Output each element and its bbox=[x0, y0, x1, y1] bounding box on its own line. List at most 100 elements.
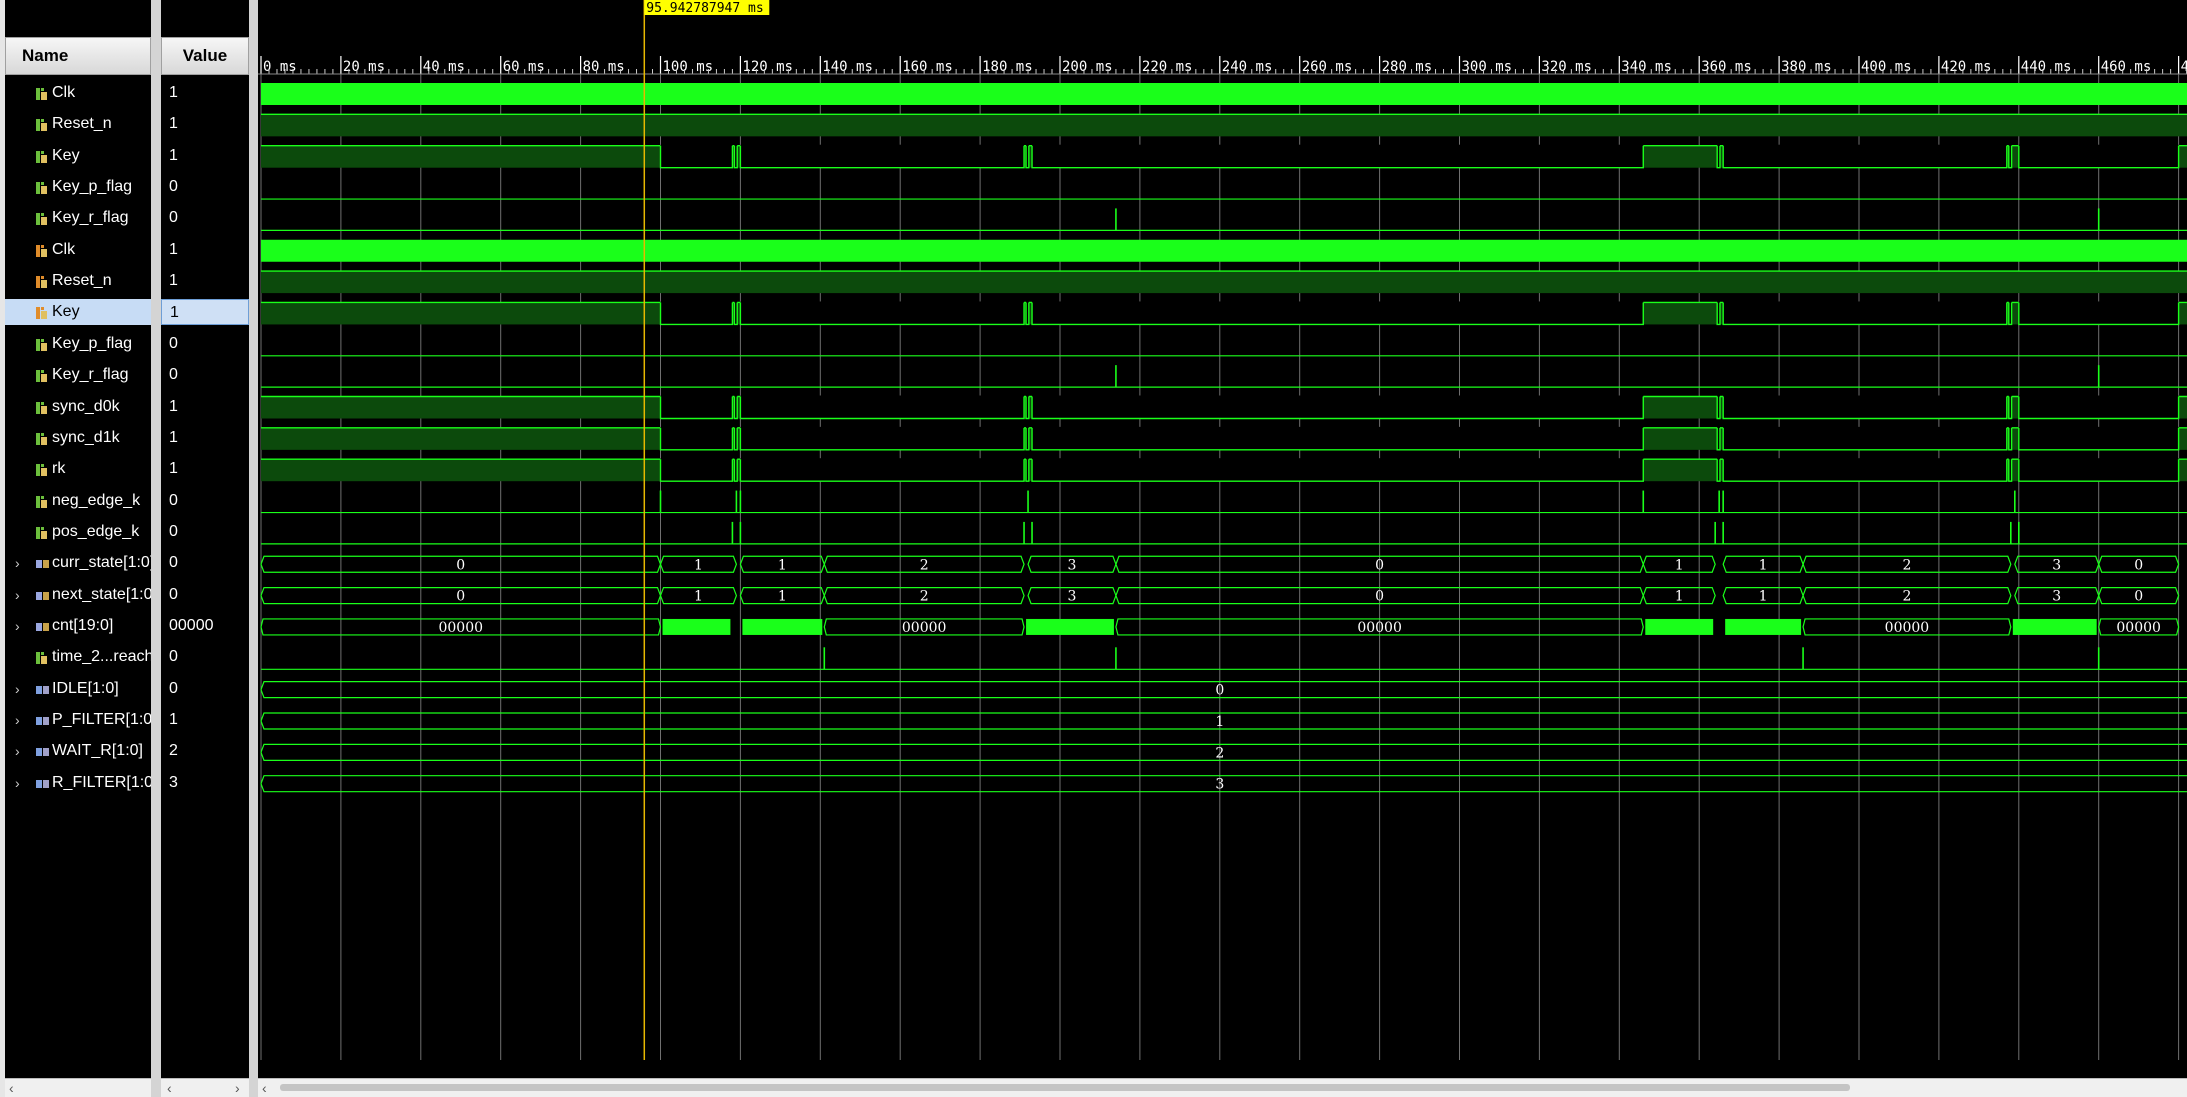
signal-value[interactable]: 1 bbox=[161, 394, 249, 420]
signal-row-wait-r-1-0[interactable]: › WAIT_R[1:0] bbox=[5, 738, 151, 764]
signal-value[interactable]: 00000 bbox=[161, 613, 249, 639]
name-column-header[interactable]: Name bbox=[5, 37, 151, 75]
scroll-left-icon[interactable]: ‹ bbox=[167, 1079, 172, 1097]
key-low-gap bbox=[1032, 426, 1644, 450]
signal-row-key-p-flag[interactable]: Key_p_flag bbox=[5, 174, 151, 200]
signal-value[interactable]: 1 bbox=[161, 111, 249, 137]
value-pane-scrollbar[interactable]: ‹ › bbox=[161, 1078, 249, 1097]
expand-chevron-icon[interactable]: › bbox=[15, 676, 29, 702]
signal-row-clk[interactable]: Clk bbox=[5, 237, 151, 263]
signal-value[interactable]: 1 bbox=[161, 237, 249, 263]
signal-value[interactable]: 1 bbox=[161, 456, 249, 482]
signal-row-key[interactable]: Key bbox=[5, 299, 151, 326]
signal-row-curr-state-1-0[interactable]: › curr_state[1:0] bbox=[5, 550, 151, 576]
signal-value[interactable]: 1 bbox=[161, 707, 249, 733]
signal-row-reset-n[interactable]: Reset_n bbox=[5, 111, 151, 137]
bus-segment-label: 3 bbox=[2052, 589, 2061, 605]
bus-segment-label: 3 bbox=[2052, 557, 2061, 573]
bus-segment-label: 00000 bbox=[2116, 620, 2161, 636]
signal-value[interactable]: 1 bbox=[161, 80, 249, 106]
signal-name: sync_d0k bbox=[52, 397, 120, 415]
signal-value[interactable]: 1 bbox=[161, 299, 249, 326]
expand-chevron-icon[interactable]: › bbox=[15, 738, 29, 764]
signal-row-key-p-flag[interactable]: Key_p_flag bbox=[5, 331, 151, 357]
bus-segment-label: 3 bbox=[1068, 589, 1077, 605]
bus-segment-label: 0 bbox=[456, 557, 465, 573]
cursor-time-label: 95.942787947 ms bbox=[646, 1, 763, 16]
waveform-pane[interactable]: 0 ms 20 ms 40 ms 60 ms 80 ms 100 ms 120 ms 140 … bbox=[258, 0, 2187, 1097]
expand-chevron-icon[interactable]: › bbox=[15, 707, 29, 733]
signal-row-key[interactable]: Key bbox=[5, 143, 151, 169]
signal-row-reset-n[interactable]: Reset_n bbox=[5, 268, 151, 294]
signal-row-next-state-1-0[interactable]: › next_state[1:0] bbox=[5, 582, 151, 608]
signal-row-rk[interactable]: rk bbox=[5, 456, 151, 482]
signal-row-r-filter-1-0[interactable]: › R_FILTER[1:0] bbox=[5, 770, 151, 796]
key-low-gap bbox=[1723, 426, 2007, 450]
waveform-scrollbar[interactable]: ‹ bbox=[258, 1078, 2187, 1097]
signal-value[interactable]: 0 bbox=[161, 644, 249, 670]
bus-segment-label: 2 bbox=[1902, 557, 1911, 573]
scroll-left-icon[interactable]: ‹ bbox=[9, 1079, 14, 1097]
signal-value[interactable]: 0 bbox=[161, 362, 249, 388]
signal-row-cnt-19-0[interactable]: › cnt[19:0] bbox=[5, 613, 151, 639]
signal-icon-green bbox=[35, 336, 48, 352]
signal-row-sync-d0k[interactable]: sync_d0k bbox=[5, 394, 151, 420]
signal-icon-orange bbox=[35, 242, 48, 258]
signal-value[interactable]: 0 bbox=[161, 550, 249, 576]
signal-row-p-filter-1-0[interactable]: › P_FILTER[1:0] bbox=[5, 707, 151, 733]
ruler-tick-label: 200 ms bbox=[1062, 59, 1113, 75]
signal-value[interactable]: 2 bbox=[161, 738, 249, 764]
signal-row-clk[interactable]: Clk bbox=[5, 80, 151, 106]
signal-value[interactable]: 3 bbox=[161, 770, 249, 796]
expand-chevron-icon[interactable]: › bbox=[15, 770, 29, 796]
key-low-gap bbox=[2018, 144, 2179, 168]
waveform-scroll-thumb[interactable] bbox=[280, 1084, 1850, 1091]
signal-icon-green bbox=[35, 179, 48, 195]
bus-segment-label: 00000 bbox=[902, 620, 947, 636]
signal-value[interactable]: 0 bbox=[161, 205, 249, 231]
signal-row-pos-edge-k[interactable]: pos_edge_k bbox=[5, 519, 151, 545]
name-pane-scrollbar[interactable]: ‹ bbox=[5, 1078, 151, 1097]
signal-row-sync-d1k[interactable]: sync_d1k bbox=[5, 425, 151, 451]
signal-row-key-r-flag[interactable]: Key_r_flag bbox=[5, 205, 151, 231]
signal-value-pane[interactable]: Value 1 1 1 0 0 1 1 1 0 0 1 1 1 0 0 0 0 00000 0 0 1 2 3 ‹ › bbox=[161, 0, 249, 1097]
signal-row-neg-edge-k[interactable]: neg_edge_k bbox=[5, 488, 151, 514]
bus-segment-label: 1 bbox=[778, 557, 787, 573]
param-icon bbox=[35, 712, 49, 728]
scroll-right-icon[interactable]: › bbox=[235, 1079, 240, 1097]
signal-value[interactable]: 1 bbox=[161, 268, 249, 294]
key-low-gap bbox=[740, 458, 1025, 482]
signal-value[interactable]: 1 bbox=[161, 143, 249, 169]
signal-name-pane[interactable]: Name Clk Reset_n Key Key_p_flag Key_r_flag Cl… bbox=[5, 0, 151, 1097]
signal-value[interactable]: 0 bbox=[161, 582, 249, 608]
cnt-busy-block bbox=[1645, 618, 1714, 635]
signal-row-time-2-reach[interactable]: time_2...reach bbox=[5, 644, 151, 670]
signal-value[interactable]: 0 bbox=[161, 519, 249, 545]
signal-name: rk bbox=[52, 460, 66, 478]
expand-chevron-icon[interactable]: › bbox=[15, 550, 29, 576]
bus-segment-label: 00000 bbox=[438, 620, 483, 636]
value-column-header[interactable]: Value bbox=[161, 37, 249, 75]
clock-waveform bbox=[261, 83, 2187, 105]
waveform-canvas[interactable]: 0 ms 20 ms 40 ms 60 ms 80 ms 100 ms 120 ms 140 … bbox=[258, 0, 2187, 1097]
signal-row-key-r-flag[interactable]: Key_r_flag bbox=[5, 362, 151, 388]
signal-name: Key_r_flag bbox=[52, 209, 129, 227]
signal-name: WAIT_R[1:0] bbox=[52, 742, 143, 760]
signal-value[interactable]: 0 bbox=[161, 676, 249, 702]
scroll-left-icon[interactable]: ‹ bbox=[262, 1079, 267, 1097]
signal-value[interactable]: 0 bbox=[161, 174, 249, 200]
signal-value[interactable]: 1 bbox=[161, 425, 249, 451]
signal-name: Clk bbox=[52, 240, 76, 258]
signal-name: sync_d1k bbox=[52, 428, 120, 446]
signal-value[interactable]: 0 bbox=[161, 488, 249, 514]
signal-row-idle-1-0[interactable]: › IDLE[1:0] bbox=[5, 676, 151, 702]
key-low-gap bbox=[1032, 301, 1644, 325]
key-low-gap bbox=[660, 426, 733, 450]
signal-value[interactable]: 0 bbox=[161, 331, 249, 357]
bus-segment-label: 1 bbox=[1215, 714, 1224, 730]
key-low-gap bbox=[660, 301, 733, 325]
ruler-tick-label: 180 ms bbox=[982, 59, 1033, 75]
expand-chevron-icon[interactable]: › bbox=[15, 582, 29, 608]
signal-icon-green bbox=[35, 399, 48, 415]
expand-chevron-icon[interactable]: › bbox=[15, 613, 29, 639]
